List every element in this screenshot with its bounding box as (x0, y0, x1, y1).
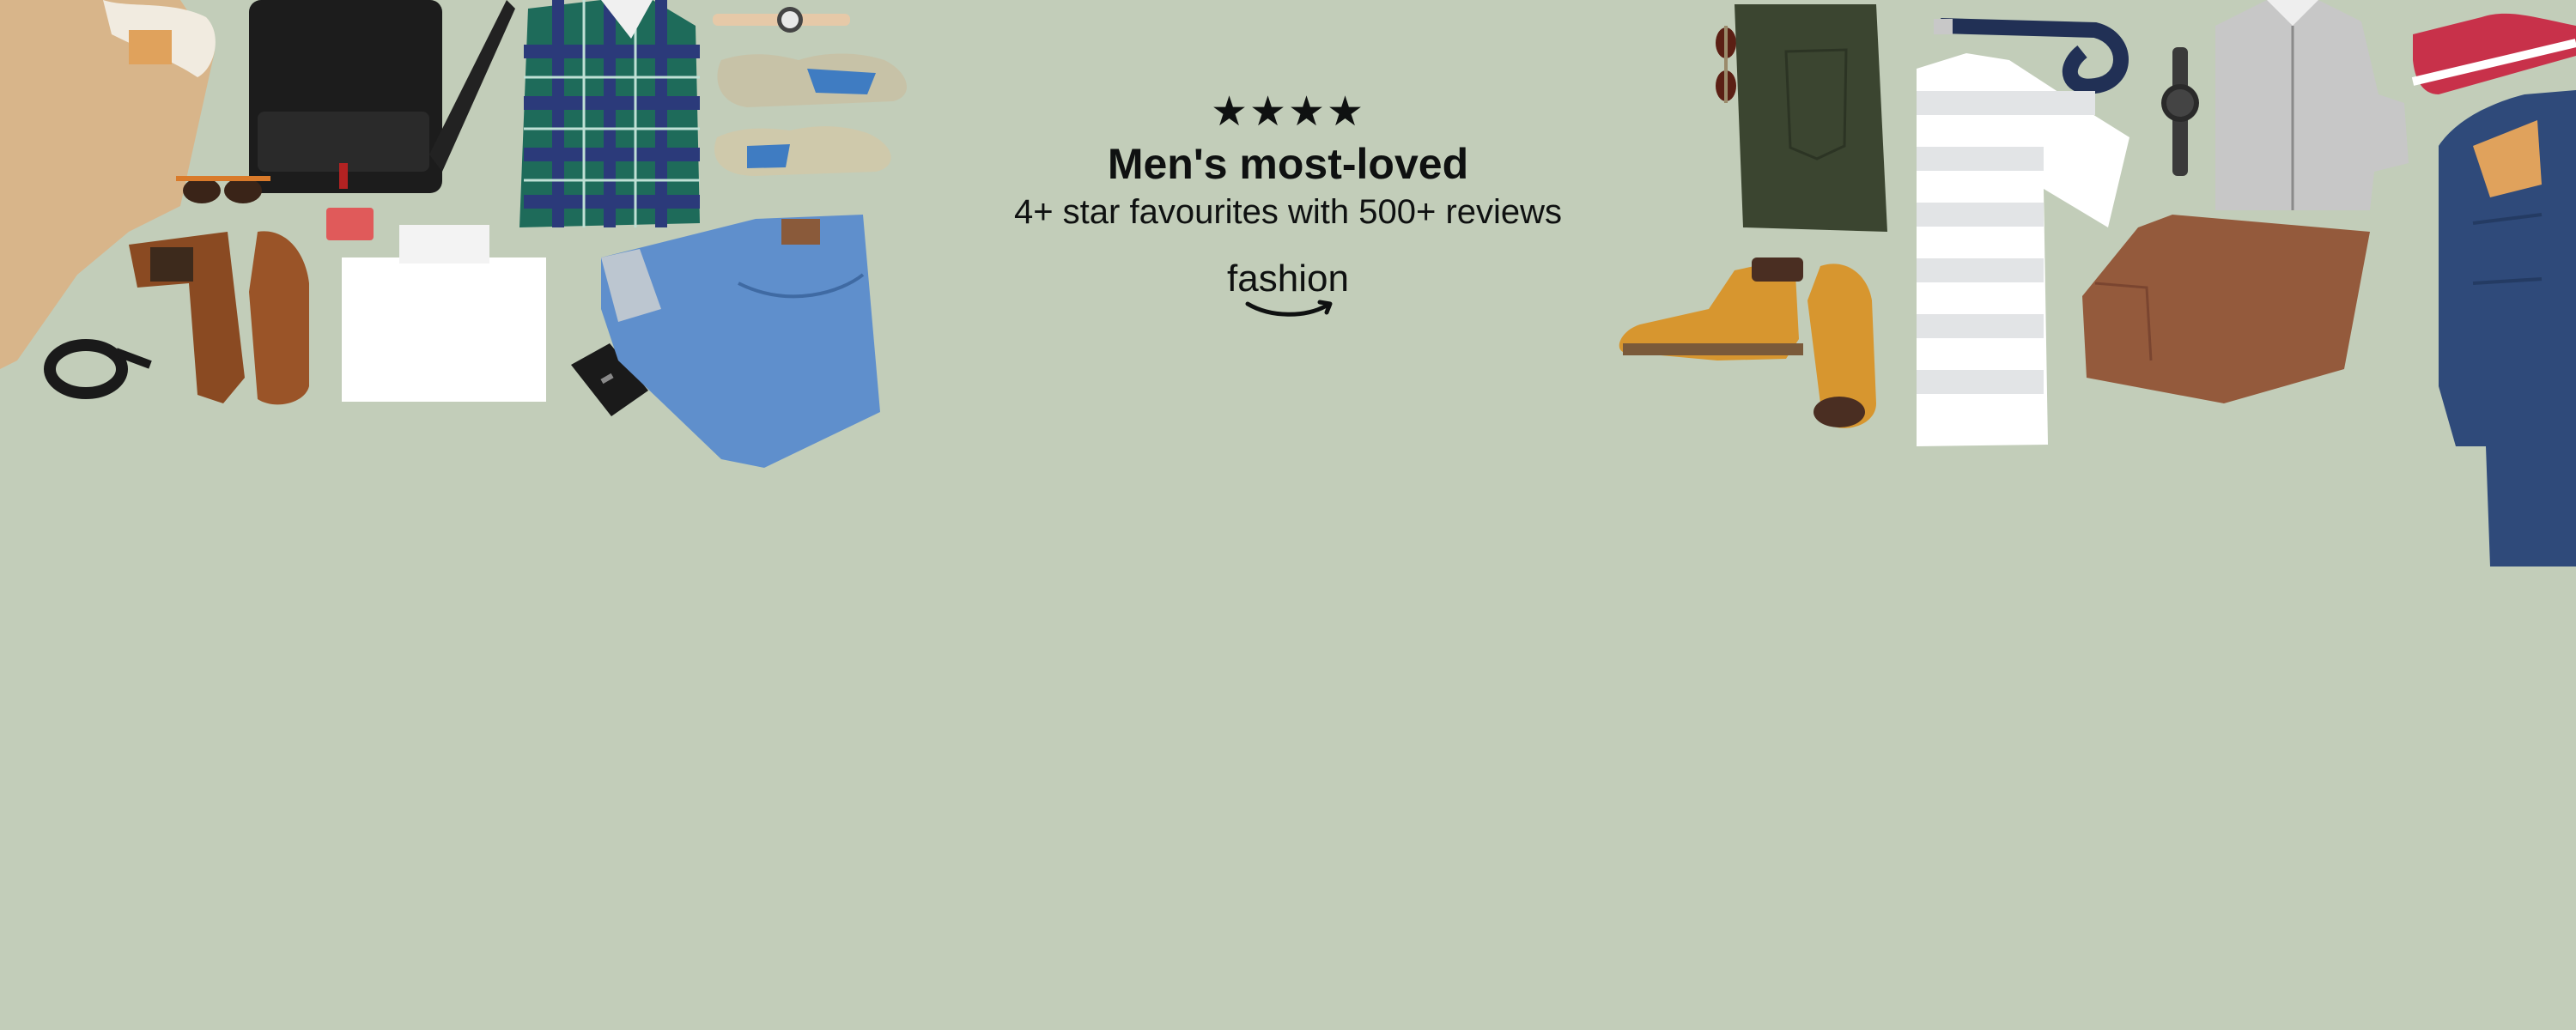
work-boot-image (1619, 258, 1803, 360)
plaid-shirt-image (519, 0, 700, 227)
rating-stars-icon: ★★★★ (1210, 89, 1366, 135)
cardholder-image (326, 208, 374, 240)
product-collage-right (1619, 0, 2576, 566)
denim-jacket-image (2439, 90, 2576, 566)
bag-image (249, 0, 515, 193)
belt-image (44, 339, 152, 399)
brogue-image (249, 231, 309, 405)
tshirt-image (342, 225, 546, 402)
sunglasses-image (1716, 26, 1736, 103)
jeans-image (601, 215, 880, 468)
chelsea-boot-image (129, 232, 245, 403)
sunglasses-image (176, 176, 270, 203)
product-collage-left (0, 0, 908, 468)
chinos-image (1735, 4, 1887, 232)
trousers-image (2082, 215, 2370, 403)
cardigan-image (2215, 0, 2409, 210)
smile-arrow-icon (1245, 300, 1333, 317)
striped-tshirt-image (1917, 53, 2129, 446)
hero-banner[interactable]: ★★★★ Men's most-loved 4+ star favourites… (0, 0, 2576, 1030)
logo-text: fashion (1227, 258, 1349, 300)
watch-image (2161, 47, 2199, 176)
watch-image (713, 7, 850, 33)
sneaker-image (714, 126, 891, 176)
sneaker-image (717, 53, 908, 107)
banner-text-block: ★★★★ Men's most-loved 4+ star favourites… (945, 89, 1631, 324)
high-top-sneaker-image (2411, 13, 2576, 94)
jacket-image (0, 0, 216, 369)
amazon-fashion-logo: fashion (1227, 259, 1349, 324)
work-boot-image (1807, 264, 1876, 428)
banner-headline: Men's most-loved (1107, 140, 1469, 188)
banner-subheadline: 4+ star favourites with 500+ reviews (1013, 193, 1563, 231)
